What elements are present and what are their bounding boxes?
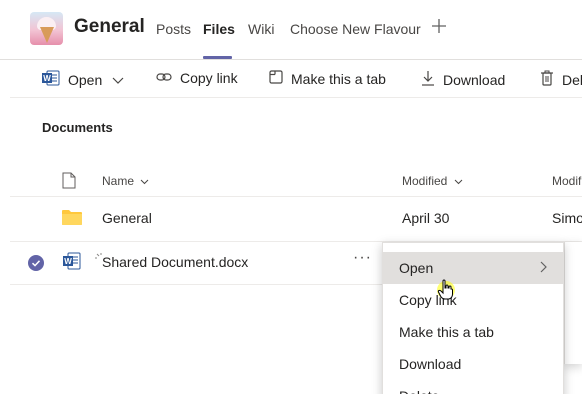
- menu-item-open-label: Open: [399, 260, 434, 276]
- copy-link-label: Copy link: [180, 70, 238, 86]
- file-name[interactable]: General: [102, 210, 152, 226]
- delete-label: Del: [562, 71, 582, 88]
- make-this-a-tab-label: Make this a tab: [291, 70, 386, 87]
- modified-by: Simo: [552, 210, 582, 226]
- menu-item-copy-link[interactable]: Copy link: [383, 284, 563, 316]
- menu-item-make-this-a-tab[interactable]: Make this a tab: [383, 316, 563, 348]
- word-icon: W: [42, 70, 60, 89]
- word-document-icon: W: [63, 252, 81, 273]
- modified-column-label: Modified: [402, 174, 448, 188]
- modified-by-column-header[interactable]: Modifi: [552, 174, 582, 188]
- tab-choose-new-flavour[interactable]: Choose New Flavour: [290, 21, 421, 37]
- tab-files[interactable]: Files: [203, 21, 235, 37]
- make-this-a-tab-button[interactable]: Make this a tab: [269, 70, 386, 87]
- svg-text:W: W: [43, 74, 51, 83]
- menu-item-download[interactable]: Download: [383, 348, 563, 380]
- menu-item-open[interactable]: Open: [383, 252, 563, 284]
- context-menu: Open Copy link Make this a tab Download …: [382, 242, 564, 394]
- delete-button[interactable]: Del: [540, 70, 582, 89]
- chevron-right-icon: [540, 252, 547, 284]
- channel-header: General Posts Files Wiki Choose New Flav…: [0, 0, 582, 60]
- files-toolbar: W Open Copy link Make this a tab Downloa…: [10, 60, 582, 98]
- modified-date: April 30: [402, 210, 450, 226]
- team-avatar[interactable]: [30, 12, 63, 45]
- chevron-down-icon: [454, 174, 463, 188]
- tab-posts[interactable]: Posts: [156, 21, 191, 37]
- open-button-label: Open: [68, 71, 103, 88]
- folder-icon: [62, 209, 82, 228]
- ice-cream-cone: [40, 27, 54, 43]
- name-column-label: Name: [102, 174, 135, 188]
- chevron-down-icon: [140, 174, 149, 188]
- active-tab-indicator: [203, 56, 232, 59]
- menu-item-delete[interactable]: Delete: [383, 380, 563, 394]
- tab-wiki[interactable]: Wiki: [248, 21, 274, 37]
- link-icon: [156, 70, 172, 86]
- tab-icon: [269, 70, 283, 87]
- open-submenu: [564, 242, 582, 364]
- download-label: Download: [443, 71, 506, 88]
- modified-column-header[interactable]: Modified: [402, 174, 463, 188]
- table-row[interactable]: General April 30 Simo: [10, 197, 582, 241]
- selected-check-icon[interactable]: [28, 255, 44, 274]
- open-button[interactable]: W Open: [42, 70, 124, 89]
- hand-cursor-icon: [436, 279, 456, 301]
- svg-text:W: W: [64, 257, 72, 266]
- channel-title: General: [74, 16, 145, 37]
- download-button[interactable]: Download: [421, 70, 505, 89]
- more-options-button[interactable]: ···: [353, 249, 372, 267]
- file-type-header-icon[interactable]: [62, 172, 76, 192]
- section-title: Documents: [42, 120, 113, 135]
- chevron-down-icon: [112, 72, 124, 88]
- trash-icon: [540, 70, 554, 89]
- copy-link-button[interactable]: Copy link: [156, 70, 238, 86]
- name-column-header[interactable]: Name: [102, 174, 149, 188]
- plus-icon[interactable]: [431, 17, 447, 40]
- download-icon: [421, 70, 435, 89]
- file-name[interactable]: Shared Document.docx: [102, 254, 248, 270]
